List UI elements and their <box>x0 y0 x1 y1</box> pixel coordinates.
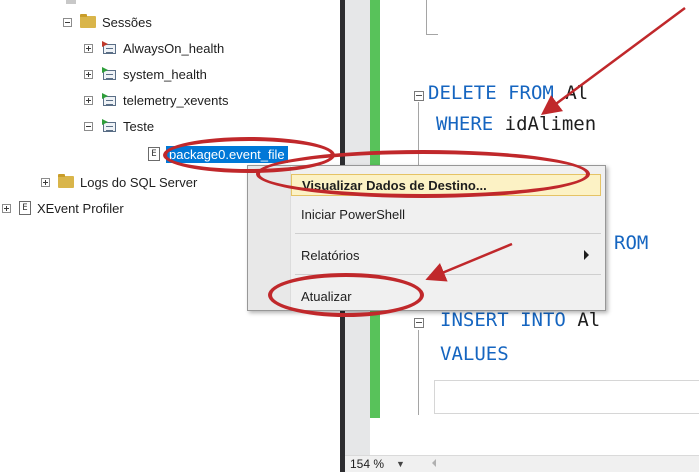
annotation-arrow <box>425 242 513 282</box>
annotation-arrow <box>540 6 686 115</box>
annotation-arrows <box>425 6 686 282</box>
